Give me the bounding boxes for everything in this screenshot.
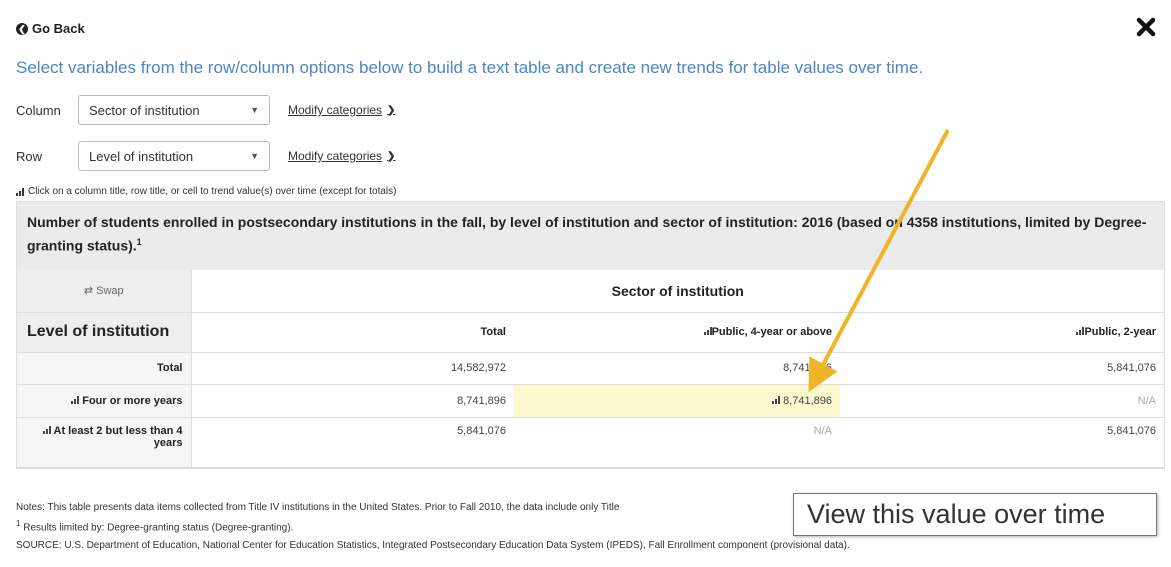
table-caption-text: Number of students enrolled in postsecon… <box>27 214 1147 254</box>
source-text: SOURCE: U.S. Department of Education, Na… <box>16 540 850 551</box>
table-cell: N/A <box>840 384 1164 418</box>
row-select[interactable]: Level of institution ▼ <box>78 141 270 171</box>
go-back-link[interactable]: ❮ Go Back <box>16 21 85 36</box>
column-select-value: Sector of institution <box>89 102 200 118</box>
footnote-marker: 1 <box>16 519 21 528</box>
notes-text: Notes: This table presents data items co… <box>16 502 620 513</box>
shuffle-icon: ⇄ <box>83 285 94 298</box>
column-header-label: Public, 4-year or above <box>711 326 832 338</box>
column-header-label: Total <box>480 326 506 338</box>
row-label: Row <box>16 148 43 164</box>
footnote: 1 Results limited by: Degree-granting st… <box>16 519 293 533</box>
table-cell: 8,741,896 <box>514 352 840 385</box>
caption-footnote-marker: 1 <box>136 237 142 247</box>
table-caption: Number of students enrolled in postsecon… <box>17 202 1164 270</box>
bar-chart-icon <box>772 395 780 404</box>
column-modify-categories-link[interactable]: Modify categories ❯ <box>288 103 395 117</box>
bar-chart-icon <box>71 395 80 404</box>
row-header-label: Four or more years <box>82 394 183 407</box>
view-value-tooltip: View this value over time <box>793 493 1157 536</box>
row-select-value: Level of institution <box>89 148 194 164</box>
table-cell[interactable]: 5,841,076 <box>840 417 1164 468</box>
table-row: Total 14,582,972 8,741,896 5,841,076 <box>17 352 1164 385</box>
data-table-panel: Number of students enrolled in postsecon… <box>16 201 1165 469</box>
swap-label: Swap <box>96 285 124 298</box>
row-modify-categories-link[interactable]: Modify categories ❯ <box>288 149 395 163</box>
table-cell: N/A <box>514 417 840 468</box>
table-row: Four or more years 8,741,896 8,741,896 N… <box>17 384 1164 418</box>
trend-hint: Click on a column title, row title, or c… <box>16 186 396 197</box>
page-heading: Select variables from the row/column opt… <box>16 58 924 77</box>
go-back-label: Go Back <box>32 21 85 36</box>
close-icon[interactable] <box>1135 16 1157 38</box>
row-header-four-or-more-years[interactable]: Four or more years <box>17 384 192 418</box>
row-header-total: Total <box>17 352 192 385</box>
column-control: Column Sector of institution ▼ Modify ca… <box>16 95 395 125</box>
swap-button[interactable]: ⇄ Swap <box>17 270 192 313</box>
row-header-label: At least 2 but less than 4 years <box>53 424 183 449</box>
table-cell[interactable]: 5,841,076 <box>191 417 514 468</box>
column-header-total: Total <box>191 312 514 353</box>
cell-value: 8,741,896 <box>783 394 832 407</box>
column-modify-label: Modify categories <box>288 103 383 117</box>
row-header-at-least-2-years[interactable]: At least 2 but less than 4 years <box>17 417 192 468</box>
table-row: At least 2 but less than 4 years 5,841,0… <box>17 417 1164 468</box>
bar-chart-icon <box>16 187 24 196</box>
chevron-down-icon: ❯ <box>387 150 396 162</box>
table-cell: 14,582,972 <box>191 352 514 385</box>
chevron-down-icon: ❯ <box>387 104 396 116</box>
table-cell: 5,841,076 <box>840 352 1164 385</box>
column-header-public-2-year[interactable]: Public, 2-year <box>840 312 1164 353</box>
data-table: ⇄ Swap Sector of institution Level of in… <box>17 270 1164 468</box>
caret-down-icon: ▼ <box>250 151 259 161</box>
column-label: Column <box>16 102 61 118</box>
row-modify-label: Modify categories <box>288 149 383 163</box>
trend-hint-text: Click on a column title, row title, or c… <box>28 186 397 197</box>
table-cell-highlighted[interactable]: 8,741,896 <box>514 384 840 418</box>
column-group-header[interactable]: Sector of institution <box>191 270 1164 313</box>
arrow-circle-left-icon: ❮ <box>16 22 28 35</box>
column-header-label: Public, 2-year <box>1084 326 1156 338</box>
column-header-public-4-year[interactable]: Public, 4-year or above <box>514 312 840 353</box>
bar-chart-icon <box>42 425 51 434</box>
row-group-header[interactable]: Level of institution <box>17 312 192 353</box>
row-control: Row Level of institution ▼ Modify catego… <box>16 141 395 171</box>
column-select[interactable]: Sector of institution ▼ <box>78 95 270 125</box>
caret-down-icon: ▼ <box>250 105 259 115</box>
bar-chart-icon <box>703 327 712 335</box>
footnote-text: Results limited by: Degree-granting stat… <box>23 522 294 534</box>
table-cell: 8,741,896 <box>191 384 514 418</box>
